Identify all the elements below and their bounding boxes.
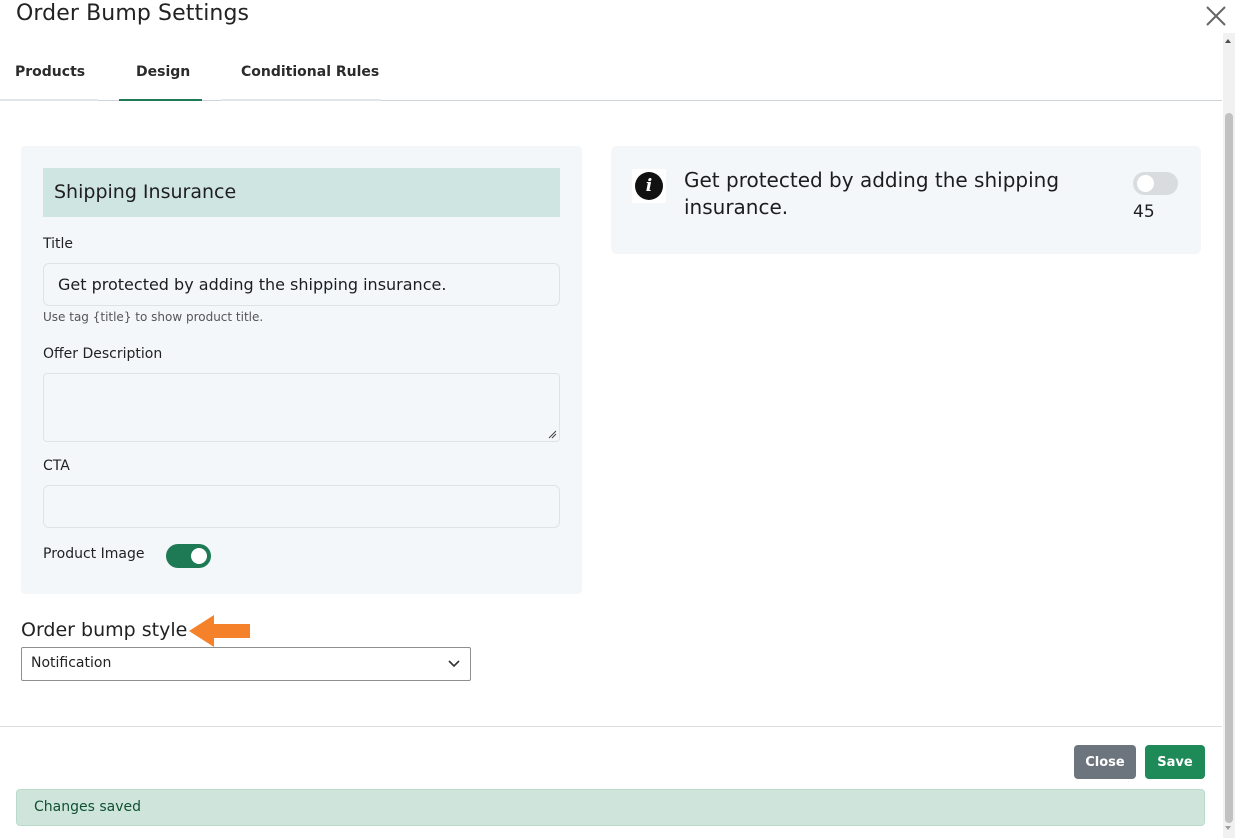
toggle-knob: [1137, 175, 1154, 192]
info-icon: i: [632, 169, 666, 203]
tab-design[interactable]: Design: [136, 64, 190, 80]
offer-description-label: Offer Description: [43, 346, 163, 362]
product-image-toggle[interactable]: [166, 544, 211, 568]
tab-conditional-rules[interactable]: Conditional Rules: [241, 64, 379, 80]
save-button[interactable]: Save: [1145, 745, 1205, 779]
preview-count: 45: [1133, 202, 1155, 222]
title-label: Title: [43, 236, 74, 252]
order-bump-style-label: Order bump style: [21, 619, 188, 641]
select-value: Notification: [31, 655, 112, 671]
scroll-thumb[interactable]: [1225, 113, 1233, 823]
toggle-knob: [191, 548, 207, 564]
cta-label: CTA: [43, 458, 70, 474]
panel-header: Shipping Insurance: [43, 168, 560, 217]
panel-header-title: Shipping Insurance: [54, 181, 237, 203]
dialog-title: Order Bump Settings: [16, 1, 250, 26]
offer-description-textarea[interactable]: [43, 373, 560, 442]
product-image-label: Product Image: [43, 546, 145, 562]
scrollbar[interactable]: [1223, 33, 1235, 838]
order-bump-style-select[interactable]: Notification: [21, 647, 471, 681]
tab-design-underline: [119, 99, 202, 101]
title-input[interactable]: [43, 263, 560, 306]
tab-products-underline: [0, 99, 98, 101]
close-icon[interactable]: [1202, 2, 1230, 30]
resize-grip-icon[interactable]: [548, 430, 557, 439]
scroll-down-icon[interactable]: [1225, 826, 1231, 830]
tab-bar: Products Design Conditional Rules: [0, 52, 1222, 101]
success-alert: Changes saved: [16, 789, 1205, 826]
preview-title: Get protected by adding the shipping ins…: [684, 168, 1060, 219]
chevron-down-icon: [448, 660, 460, 668]
scroll-up-icon[interactable]: [1225, 39, 1231, 43]
design-panel: Shipping Insurance Title Use tag {title}…: [21, 146, 582, 594]
alert-text: Changes saved: [34, 799, 142, 815]
tab-products[interactable]: Products: [15, 64, 85, 80]
footer-divider: [0, 726, 1222, 727]
close-button[interactable]: Close: [1074, 745, 1136, 779]
bump-preview: i Get protected by adding the shipping i…: [611, 146, 1201, 254]
title-helper-text: Use tag {title} to show product title.: [43, 310, 264, 324]
cta-input[interactable]: [43, 485, 560, 528]
preview-toggle[interactable]: [1133, 172, 1178, 195]
arrow-left-icon: [189, 615, 250, 647]
tab-conditional-rules-underline: [221, 99, 381, 101]
